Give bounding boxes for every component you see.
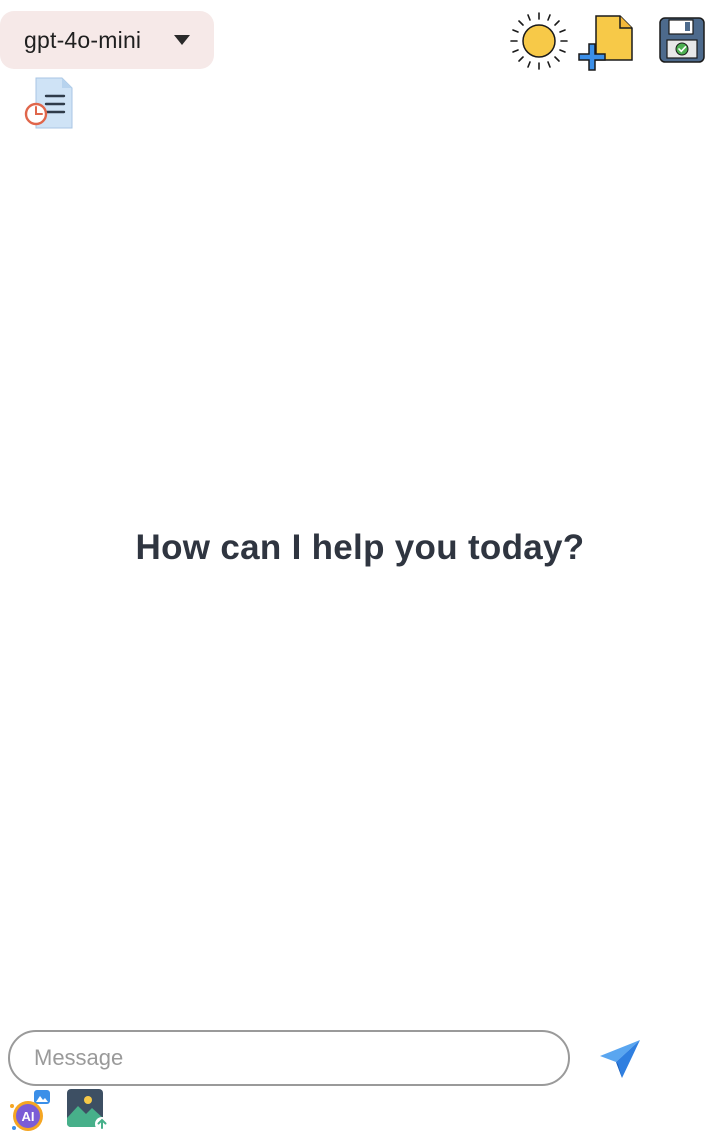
message-input[interactable] [10,1032,568,1084]
send-icon[interactable] [596,1036,644,1082]
chevron-down-icon [174,35,190,45]
svg-text:AI: AI [22,1109,35,1124]
save-icon[interactable] [658,16,706,64]
model-selector-label: gpt-4o-mini [24,26,142,53]
new-document-icon[interactable] [578,14,636,76]
ai-image-icon[interactable]: AI [8,1090,54,1134]
image-upload-icon[interactable] [66,1088,110,1132]
message-input-container [8,1030,570,1086]
sun-icon[interactable] [508,10,570,72]
greeting-heading: How can I help you today? [135,528,585,567]
model-selector-dropdown[interactable]: gpt-4o-mini [0,11,214,69]
history-icon[interactable] [22,76,76,130]
